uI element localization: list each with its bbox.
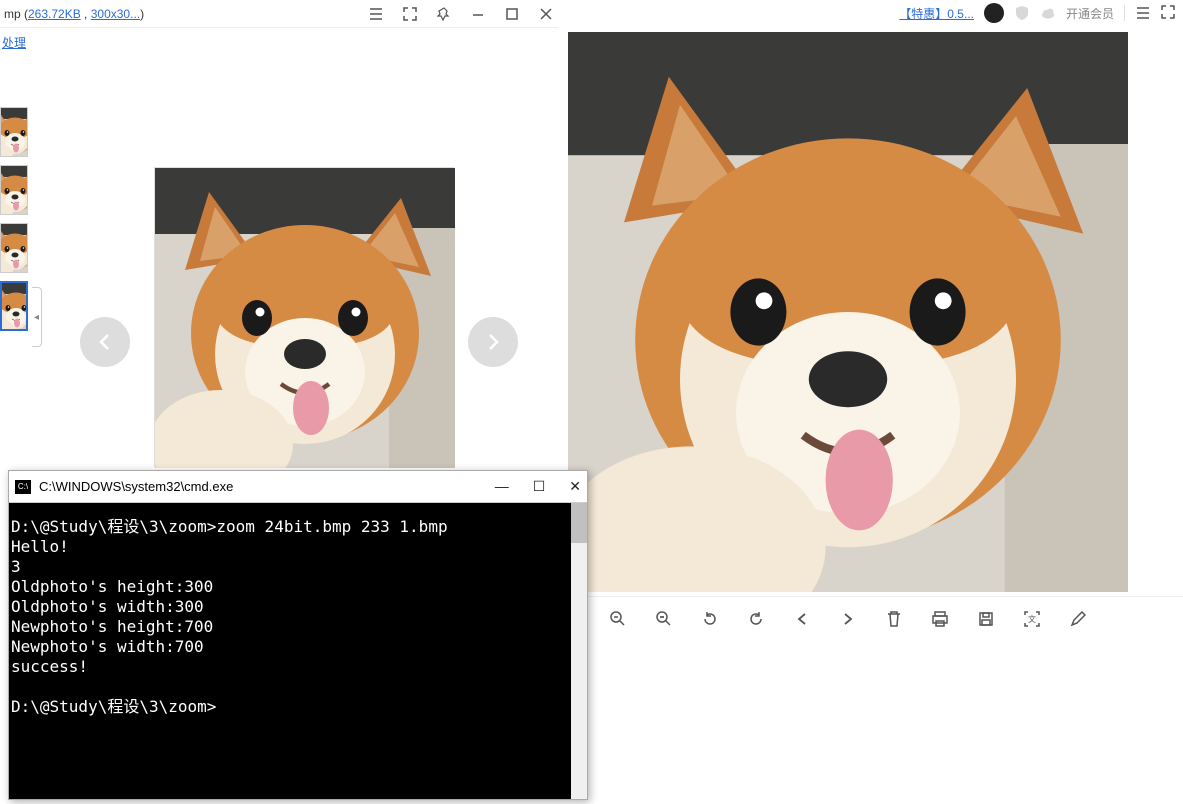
file-dim-link[interactable]: 300x30... xyxy=(91,7,140,21)
left-titlebar: mp (263.72KB , 300x30...) xyxy=(0,0,558,28)
thumbnail[interactable] xyxy=(0,165,28,215)
vip-link[interactable]: 开通会员 xyxy=(1066,5,1114,22)
fullscreen-icon[interactable] xyxy=(1161,5,1177,21)
minimize-icon[interactable]: — xyxy=(495,478,509,495)
divider xyxy=(1124,5,1125,21)
pin-icon[interactable] xyxy=(436,6,452,22)
file-info: mp (263.72KB , 300x30...) xyxy=(4,7,144,21)
cmd-title-text: C:\WINDOWS\system32\cmd.exe xyxy=(39,479,233,494)
collapse-thumbnails-icon[interactable]: ◂ xyxy=(32,287,42,347)
cmd-line: success! xyxy=(11,657,88,676)
cmd-line: Oldphoto's width:300 xyxy=(11,597,204,616)
right-toolbar: 文 xyxy=(558,596,1183,640)
menu-icon[interactable] xyxy=(1135,5,1151,21)
print-icon[interactable] xyxy=(930,609,950,629)
right-titlebar: 【特惠】0.5... 开通会员 xyxy=(558,0,1183,26)
ocr-icon[interactable]: 文 xyxy=(1022,609,1042,629)
cmd-output[interactable]: D:\@Study\程设\3\zoom>zoom 24bit.bmp 233 1… xyxy=(9,503,587,799)
promo-link[interactable]: 【特惠】0.5... xyxy=(899,5,974,22)
delete-icon[interactable] xyxy=(884,609,904,629)
menu-icon[interactable] xyxy=(368,6,384,22)
maximize-icon[interactable]: ☐ xyxy=(533,478,546,495)
cmd-line: D:\@Study\程设\3\zoom> xyxy=(11,697,216,716)
right-image-canvas xyxy=(568,32,1173,590)
large-dog-image xyxy=(568,32,1128,592)
svg-text:文: 文 xyxy=(1028,614,1036,624)
scrollbar[interactable] xyxy=(571,503,587,799)
file-size-link[interactable]: 263.72KB xyxy=(28,7,81,21)
zoom-in-icon[interactable] xyxy=(608,609,628,629)
close-icon[interactable]: ✕ xyxy=(569,478,581,495)
cloud-icon xyxy=(1040,5,1056,21)
maximize-icon[interactable] xyxy=(504,6,520,22)
avatar[interactable] xyxy=(984,3,1004,23)
cmd-app-icon: C:\ xyxy=(15,480,31,494)
edit-icon[interactable] xyxy=(1068,609,1088,629)
process-link[interactable]: 处理 xyxy=(0,28,558,57)
cmd-line: 3 xyxy=(11,557,21,576)
thumbnail[interactable] xyxy=(0,107,28,157)
next-icon[interactable] xyxy=(838,609,858,629)
cmd-line: Newphoto's height:700 xyxy=(11,617,213,636)
cmd-line: D:\@Study\程设\3\zoom>zoom 24bit.bmp 233 1… xyxy=(11,517,448,536)
scrollbar-thumb[interactable] xyxy=(571,503,587,543)
minimize-icon[interactable] xyxy=(470,6,486,22)
small-dog-image xyxy=(154,167,454,467)
cmd-titlebar[interactable]: C:\ C:\WINDOWS\system32\cmd.exe — ☐ ✕ xyxy=(9,471,587,503)
thumbnail[interactable] xyxy=(0,281,28,331)
save-icon[interactable] xyxy=(976,609,996,629)
apps-grid-icon[interactable] xyxy=(1114,609,1134,629)
cmd-line: Oldphoto's height:300 xyxy=(11,577,213,596)
rotate-left-icon[interactable] xyxy=(700,609,720,629)
thumbnail-strip xyxy=(0,107,30,331)
shield-icon xyxy=(1014,5,1030,21)
prev-icon[interactable] xyxy=(792,609,812,629)
cmd-line: Hello! xyxy=(11,537,69,556)
thumbnail[interactable] xyxy=(0,223,28,273)
close-icon[interactable] xyxy=(538,6,554,22)
fullscreen-icon[interactable] xyxy=(402,6,418,22)
cmd-window: C:\ C:\WINDOWS\system32\cmd.exe — ☐ ✕ D:… xyxy=(8,470,588,800)
rotate-right-icon[interactable] xyxy=(746,609,766,629)
cmd-line: Newphoto's width:700 xyxy=(11,637,204,656)
file-ext: mp ( xyxy=(4,7,28,21)
zoom-out-icon[interactable] xyxy=(654,609,674,629)
right-image-viewer: 【特惠】0.5... 开通会员 文 xyxy=(558,0,1183,640)
